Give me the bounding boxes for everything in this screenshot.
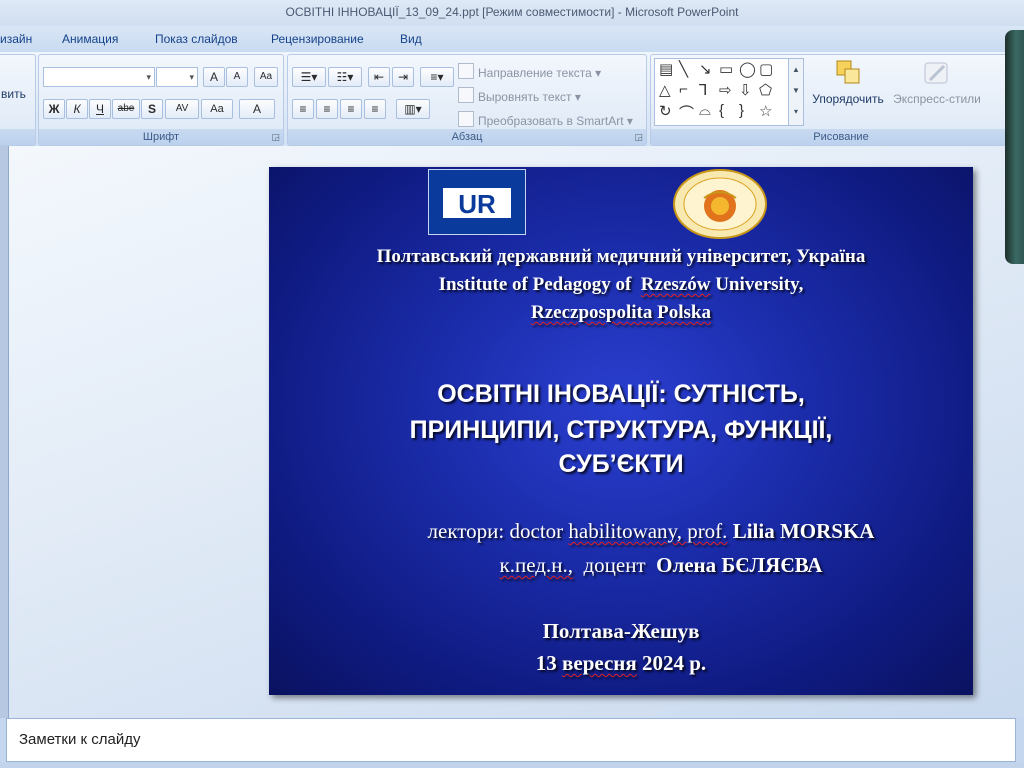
columns-button[interactable]: ▥▾ [396,99,430,119]
strikethrough-button[interactable]: abe [112,99,140,119]
arrange-icon [833,58,863,88]
down-arrow-shape-icon[interactable]: ⇩ [739,81,752,99]
ribbon: вить ▾ ▾ A A Aa Ж К Ч abe S AV Aa A Шриф… [0,52,1024,147]
bullets-button[interactable]: ☰▾ [292,67,326,87]
slide-title-line2: ПРИНЦИПИ, СТРУКТУРА, ФУНКЦІЇ, [409,416,833,444]
clipboard-group: вить [0,54,36,146]
shrink-font-button[interactable]: A [226,67,248,87]
font-group-label: Шрифт [39,129,283,145]
align-text-icon [458,87,474,103]
shapes-gallery[interactable]: ▤ ╲ ↘ ▭ ◯ ▢ △ ⌐ ⅂ ⇨ ⇩ ⬠ ↻ ⌒ ⌓ { } ☆ ▲ ▼ ▾ [654,58,804,126]
notes-placeholder: Заметки к слайду [19,731,141,748]
tab-design[interactable]: изайн [0,32,32,46]
slide-university-line2: Institute of Pedagogy of Rzeszów Univers… [438,274,804,295]
right-arrow-shape-icon[interactable]: ⇨ [719,81,732,99]
font-size-combo[interactable]: ▾ [156,67,198,87]
decrease-indent-button[interactable]: ⇤ [368,67,390,87]
slide-university-line1: Полтавський державний медичний університ… [376,246,866,267]
paragraph-group-label: Абзац [288,129,646,145]
paragraph-group: ☰▾ ☷▾ ⇤ ⇥ ≡▾ ≡ ≡ ≡ ≡ ▥▾ Направление текс… [287,54,647,146]
rounded-rect-shape-icon[interactable]: ▢ [759,60,773,78]
elbow-connector-shape-icon[interactable]: ⌐ [679,81,688,98]
convert-smartart-button[interactable]: Преобразовать в SmartArt ▾ [458,111,633,128]
font-group: ▾ ▾ A A Aa Ж К Ч abe S AV Aa A Шрифт ◲ [38,54,284,146]
slide-title-line1: ОСВІТНІ ІНОВАЦІЇ: СУТНІСТЬ, [437,380,805,408]
change-case-button[interactable]: Aa [201,99,233,119]
svg-text:UR: UR [458,189,496,219]
slide-canvas[interactable]: UR Полтавський державний медичний універ… [269,167,973,695]
quick-styles-button[interactable]: Экспресс-стили [890,58,984,106]
align-left-button[interactable]: ≡ [292,99,314,119]
numbering-button[interactable]: ☷▾ [328,67,362,87]
arrow-line-shape-icon[interactable]: ↘ [699,60,712,78]
triangle-shape-icon[interactable]: △ [659,81,671,99]
smartart-icon [458,111,474,127]
window-title: ОСВІТНІ ІННОВАЦІЇ_13_09_24.ppt [Режим со… [285,5,739,19]
text-direction-icon [458,63,474,79]
increase-indent-button[interactable]: ⇥ [392,67,414,87]
tab-review[interactable]: Рецензирование [271,32,364,46]
drawing-group-label: Рисование [651,129,1024,145]
slide-lecturer1: лектори: doctor habilitowany, prof. Lili… [427,519,875,543]
italic-button[interactable]: К [66,99,88,119]
paragraph-dialog-launcher-icon[interactable]: ◲ [634,132,643,143]
status-bar [0,762,1024,768]
slides-pane-edge[interactable] [0,146,9,718]
ribbon-tabs: изайн Анимация Показ слайдов Рецензирова… [0,26,1024,52]
university-rzeszow-logo: UR [428,169,526,235]
tab-animation[interactable]: Анимация [62,32,118,46]
slide-university-line3: Rzeczpospolita Polska [531,302,711,323]
slide-title-line3: СУБ’ЄКТИ [558,450,684,478]
freeform-shape-icon[interactable]: ↻ [659,102,672,120]
line-spacing-button[interactable]: ≡▾ [420,67,454,87]
notes-pane[interactable]: Заметки к слайду [6,718,1016,762]
align-center-button[interactable]: ≡ [316,99,338,119]
slide-place: Полтава-Жешув [542,619,700,643]
arrange-button[interactable]: Упорядочить [808,58,888,106]
bold-button[interactable]: Ж [43,99,65,119]
curve-shape-icon[interactable]: ⌒ [679,102,694,123]
font-dialog-launcher-icon[interactable]: ◲ [271,132,280,143]
rectangle-shape-icon[interactable]: ▭ [719,60,733,78]
underline-button[interactable]: Ч [89,99,111,119]
paste-button-label[interactable]: вить [1,87,26,101]
textbox-shape-icon[interactable]: ▤ [659,60,673,78]
font-color-button[interactable]: A [239,99,275,119]
oval-shape-icon[interactable]: ◯ [739,60,756,78]
left-brace-shape-icon[interactable]: { [719,102,724,119]
shapes-scroll[interactable]: ▲ ▼ ▾ [788,59,803,125]
align-right-button[interactable]: ≡ [340,99,362,119]
line-shape-icon[interactable]: ╲ [679,60,688,78]
tab-slideshow[interactable]: Показ слайдов [155,32,238,46]
justify-button[interactable]: ≡ [364,99,386,119]
align-text-button[interactable]: Выровнять текст ▾ [458,87,581,104]
arc-shape-icon[interactable]: ⌓ [699,102,711,119]
pentagon-shape-icon[interactable]: ⬠ [759,81,772,99]
quick-styles-icon [922,58,952,88]
slide-lecturer2: к.пед.н., доцент Олена БЄЛЯЄВА [499,553,823,577]
elbow-arrow-shape-icon[interactable]: ⅂ [699,81,707,99]
title-bar: ОСВІТНІ ІННОВАЦІЇ_13_09_24.ppt [Режим со… [0,0,1024,26]
clear-format-button[interactable]: Aa [254,67,278,87]
text-direction-button[interactable]: Направление текста ▾ [458,63,601,80]
webcam-overlay [1005,30,1024,264]
right-brace-shape-icon[interactable]: } [739,102,744,119]
university-seal-logo [671,168,769,240]
star-shape-icon[interactable]: ☆ [759,102,772,120]
font-name-combo[interactable]: ▾ [43,67,155,87]
grow-font-button[interactable]: A [203,67,225,87]
shadow-button[interactable]: S [141,99,163,119]
char-spacing-button[interactable]: AV [165,99,199,119]
tab-view[interactable]: Вид [400,32,422,46]
slide-date: 13 вересня 2024 р. [535,651,707,675]
